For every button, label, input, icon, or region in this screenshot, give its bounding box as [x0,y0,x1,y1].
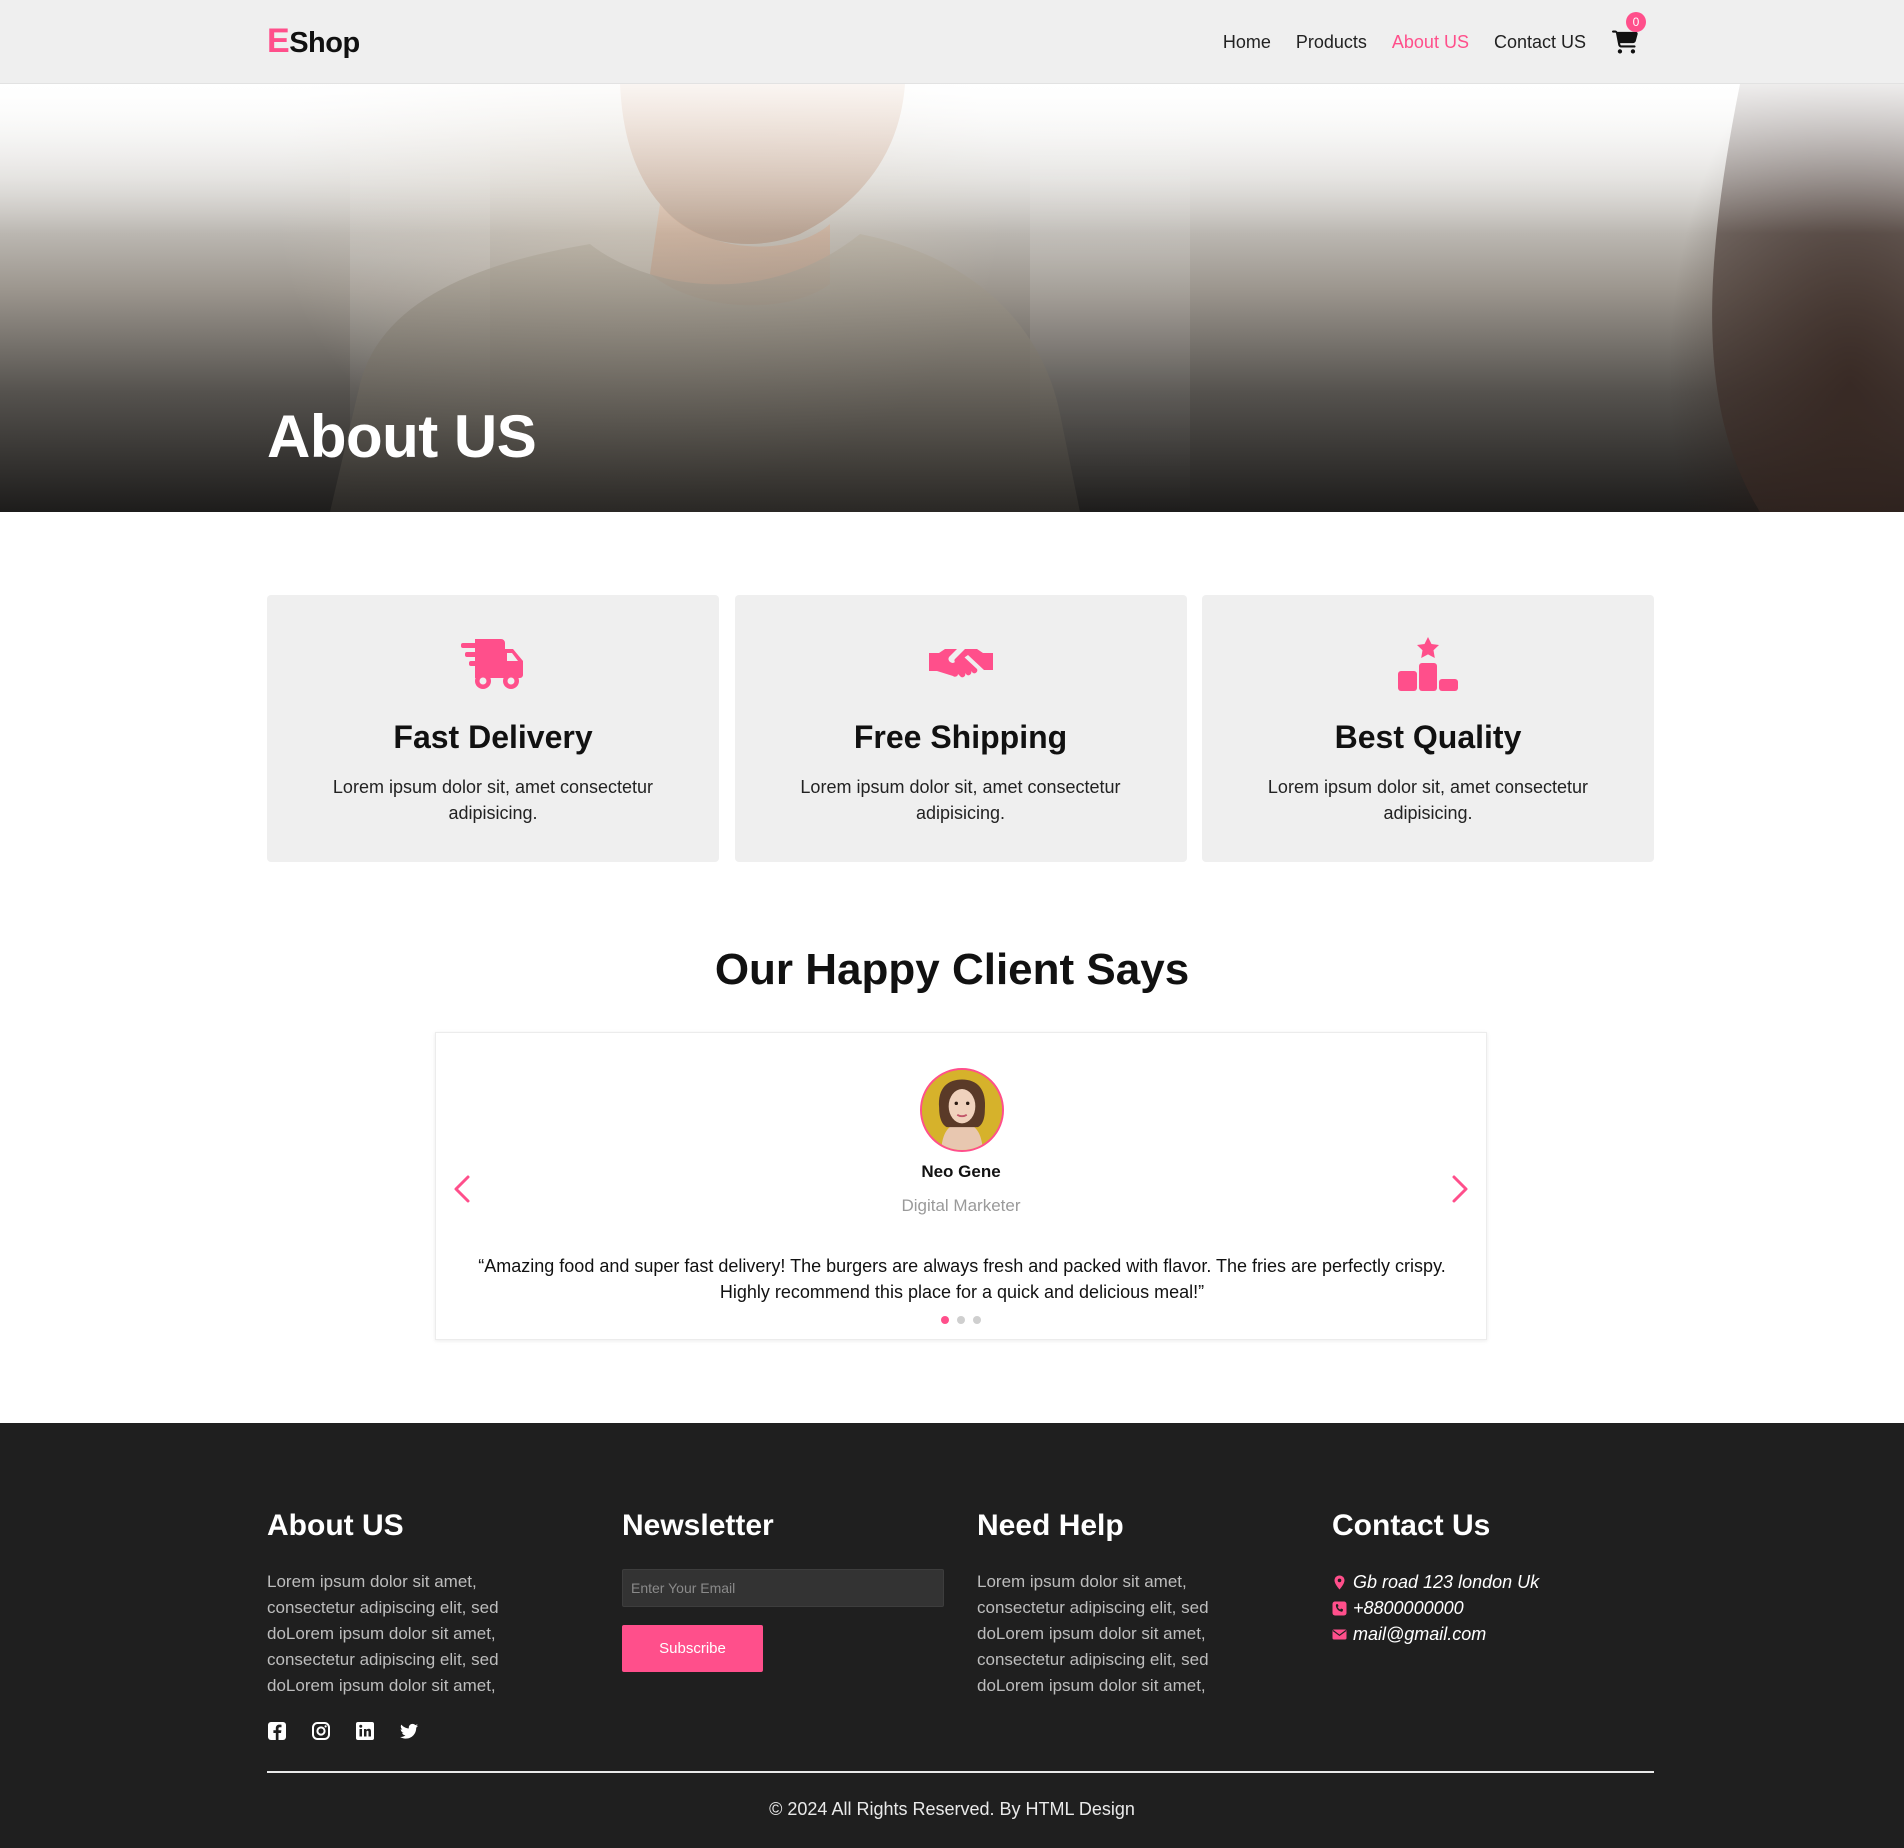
brand-logo[interactable]: EShop [267,22,360,61]
feature-title: Fast Delivery [393,719,593,755]
location-pin-icon [1334,1575,1345,1589]
nav-menu: Home Products About US Contact US 0 [1198,0,1646,84]
carousel-dot[interactable] [973,1316,981,1324]
ranking-star-icon [1398,637,1458,691]
testimonial-quote: “Amazing food and super fast delivery! T… [478,1256,1446,1302]
contact-email: mail@gmail.com [1332,1621,1632,1647]
cart-count-badge: 0 [1626,12,1646,32]
cart-icon [1612,30,1638,54]
footer-help: Need Help Lorem ipsum dolor sit amet, co… [977,1509,1277,1699]
envelope-icon [1332,1629,1347,1639]
footer-divider [267,1771,1654,1773]
page-title: About US [267,403,537,470]
contact-phone-text: +8800000000 [1353,1598,1464,1618]
cart-button[interactable]: 0 [1612,12,1646,55]
footer-about-text: Lorem ipsum dolor sit amet, consectetur … [267,1572,499,1695]
feature-description: Lorem ipsum dolor sit, amet consectetur … [800,777,1121,823]
client-avatar [920,1068,1004,1152]
footer: About US Lorem ipsum dolor sit amet, con… [0,1423,1904,1848]
twitter-icon[interactable] [399,1721,419,1741]
feature-card: Best Quality Lorem ipsum dolor sit, amet… [1202,595,1654,862]
linkedin-icon[interactable] [355,1721,375,1741]
subscribe-button[interactable]: Subscribe [622,1625,763,1672]
phone-icon [1332,1601,1347,1615]
client-role: Digital Marketer [901,1196,1021,1215]
footer-newsletter: Newsletter Subscribe [622,1509,944,1672]
facebook-icon[interactable] [267,1721,287,1741]
contact-email-text[interactable]: mail@gmail.com [1353,1621,1486,1647]
feature-title: Free Shipping [853,719,1068,755]
features-section: Fast Delivery Lorem ipsum dolor sit, ame… [267,595,1654,862]
nav-link-products[interactable]: Products [1296,32,1367,53]
truck-fast-icon [461,639,523,689]
carousel-dot[interactable] [941,1316,949,1324]
copyright-text: © 2024 All Rights Reserved. By HTML Desi… [769,1799,1135,1819]
footer-about: About US Lorem ipsum dolor sit amet, con… [267,1509,567,1741]
client-name: Neo Gene [921,1162,1001,1181]
social-links [267,1721,567,1741]
hero-banner: About US [0,84,1904,512]
footer-contact-title: Contact Us [1332,1509,1491,1542]
feature-description: Lorem ipsum dolor sit, amet consectetur … [332,777,654,823]
newsletter-email-input[interactable] [622,1569,944,1607]
feature-description: Lorem ipsum dolor sit, amet consectetur … [1267,777,1589,823]
contact-address-text: Gb road 123 london Uk [1353,1572,1540,1592]
carousel-pagination [436,1316,1486,1324]
handshake-icon [928,649,993,678]
contact-phone: +8800000000 [1332,1595,1632,1621]
nav-link-home[interactable]: Home [1223,32,1271,53]
navbar: EShop Home Products About US Contact US … [0,0,1904,84]
nav-link-about[interactable]: About US [1392,32,1469,53]
footer-about-title: About US [267,1509,404,1542]
footer-help-text: Lorem ipsum dolor sit amet, consectetur … [977,1572,1209,1695]
brand-logo-text: Shop [289,27,360,59]
testimonials-title: Our Happy Client Says [714,945,1190,994]
footer-help-title: Need Help [977,1509,1124,1542]
instagram-icon[interactable] [311,1721,331,1741]
testimonial-carousel: Neo Gene Digital Marketer “Amazing food … [435,1032,1487,1340]
brand-logo-accent: E [267,22,290,60]
carousel-dot[interactable] [957,1316,965,1324]
footer-newsletter-title: Newsletter [622,1509,774,1542]
client-avatar-image [922,1070,1002,1150]
feature-card: Fast Delivery Lorem ipsum dolor sit, ame… [267,595,719,862]
contact-address: Gb road 123 london Uk [1332,1569,1632,1595]
feature-title: Best Quality [1334,719,1522,755]
feature-card: Free Shipping Lorem ipsum dolor sit, ame… [734,595,1187,862]
footer-contact: Contact Us Gb road 123 london Uk +880000… [1332,1509,1632,1647]
nav-link-contact[interactable]: Contact US [1494,32,1586,53]
